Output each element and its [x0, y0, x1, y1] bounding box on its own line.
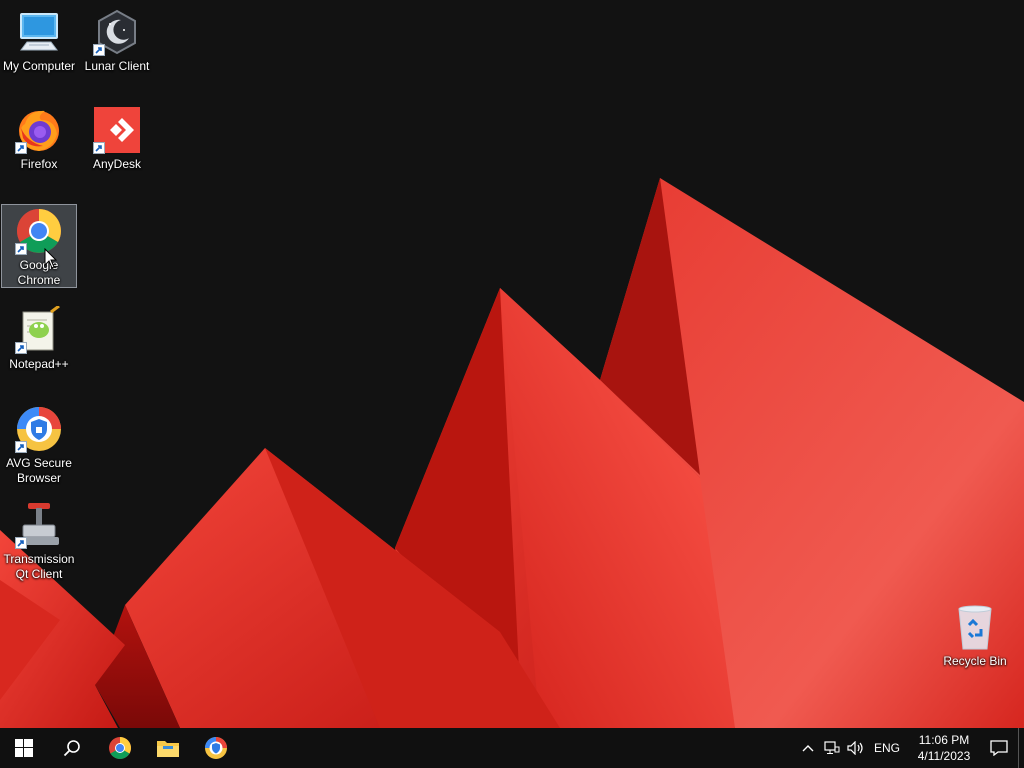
taskbar: ENG 11:06 PM 4/11/2023: [0, 728, 1024, 768]
icon-label: Notepad++: [9, 357, 69, 371]
icon-label: Recycle Bin: [943, 654, 1007, 668]
desktop-icon-notepad-plus-plus[interactable]: Notepad++: [1, 304, 77, 386]
lunar-client-icon: [93, 8, 141, 56]
network-icon: [824, 741, 840, 754]
clock[interactable]: 11:06 PM 4/11/2023: [906, 728, 982, 768]
shortcut-arrow-icon: [15, 243, 27, 255]
shortcut-arrow-icon: [93, 142, 105, 154]
desktop-icon-transmission[interactable]: Transmission Qt Client: [1, 499, 77, 581]
system-tray: ENG 11:06 PM 4/11/2023: [796, 728, 1024, 768]
icon-label: AVG Secure Browser: [6, 456, 72, 485]
icon-label: Transmission Qt Client: [3, 552, 75, 581]
shortcut-arrow-icon: [93, 44, 105, 56]
icon-label: Lunar Client: [84, 59, 150, 73]
shortcut-arrow-icon: [15, 142, 27, 154]
start-icon: [15, 739, 33, 757]
taskbar-avg-browser-button[interactable]: [192, 728, 240, 768]
computer-icon: [15, 8, 63, 56]
volume-button[interactable]: [844, 728, 868, 768]
clock-time: 11:06 PM: [918, 733, 970, 747]
avg-browser-icon: [15, 405, 63, 453]
show-hidden-icons-button[interactable]: [796, 728, 820, 768]
anydesk-icon: [93, 106, 141, 154]
chrome-icon: [109, 737, 131, 759]
desktop-icon-google-chrome[interactable]: Google Chrome: [1, 204, 77, 288]
icon-label: My Computer: [2, 59, 76, 73]
file-explorer-icon: [157, 741, 179, 757]
desktop-icon-firefox[interactable]: Firefox: [1, 104, 77, 186]
avg-browser-icon: [205, 737, 227, 759]
transmission-icon: [15, 501, 63, 549]
shortcut-arrow-icon: [15, 441, 27, 453]
desktop-icon-anydesk[interactable]: AnyDesk: [79, 104, 155, 186]
clock-date: 4/11/2023: [917, 749, 971, 763]
icon-label: AnyDesk: [92, 157, 142, 171]
chevron-up-icon: [802, 745, 814, 752]
search-button[interactable]: [48, 728, 96, 768]
icon-label: Firefox: [20, 157, 58, 171]
taskbar-file-explorer-button[interactable]: [144, 728, 192, 768]
desktop-icon-lunar-client[interactable]: Lunar Client: [79, 6, 155, 88]
mouse-cursor-icon: [44, 248, 58, 269]
notepadpp-icon: [15, 306, 63, 354]
taskbar-chrome-button[interactable]: [96, 728, 144, 768]
start-button[interactable]: [0, 728, 48, 768]
shortcut-arrow-icon: [15, 342, 27, 354]
notification-icon: [990, 740, 1008, 756]
volume-icon: [847, 741, 863, 755]
desktop-icon-my-computer[interactable]: My Computer: [1, 6, 77, 88]
desktop-icon-avg-secure-browser[interactable]: AVG Secure Browser: [1, 403, 77, 485]
show-desktop-button[interactable]: [1018, 728, 1024, 768]
action-center-button[interactable]: [982, 728, 1016, 768]
firefox-icon: [15, 106, 63, 154]
recycle-bin-icon: [951, 603, 999, 651]
icon-label: Google Chrome: [17, 258, 61, 287]
shortcut-arrow-icon: [15, 537, 27, 549]
search-icon: [63, 740, 80, 757]
network-button[interactable]: [820, 728, 844, 768]
desktop-icon-recycle-bin[interactable]: Recycle Bin: [937, 601, 1013, 683]
language-indicator[interactable]: ENG: [868, 728, 906, 768]
